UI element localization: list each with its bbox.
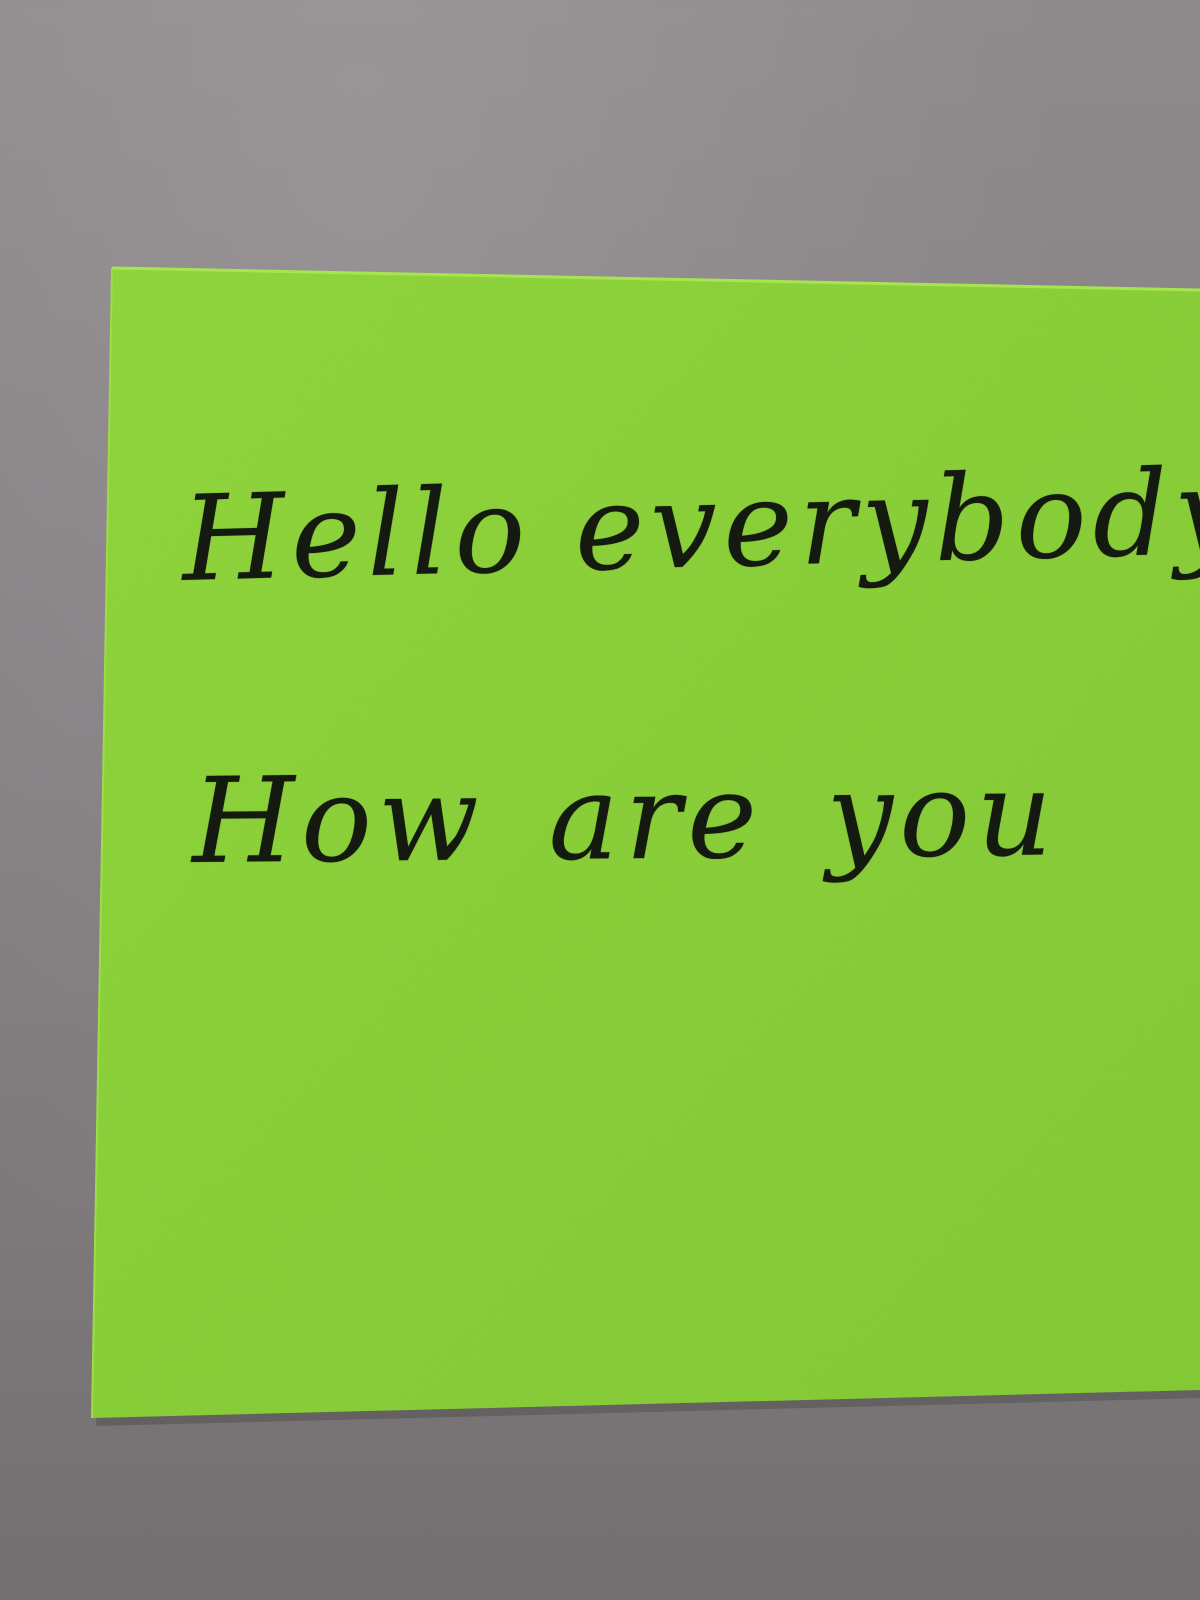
handwritten-line-1: Hello everybody xyxy=(180,442,1200,608)
handwritten-line-2: How are you xyxy=(191,744,1059,890)
